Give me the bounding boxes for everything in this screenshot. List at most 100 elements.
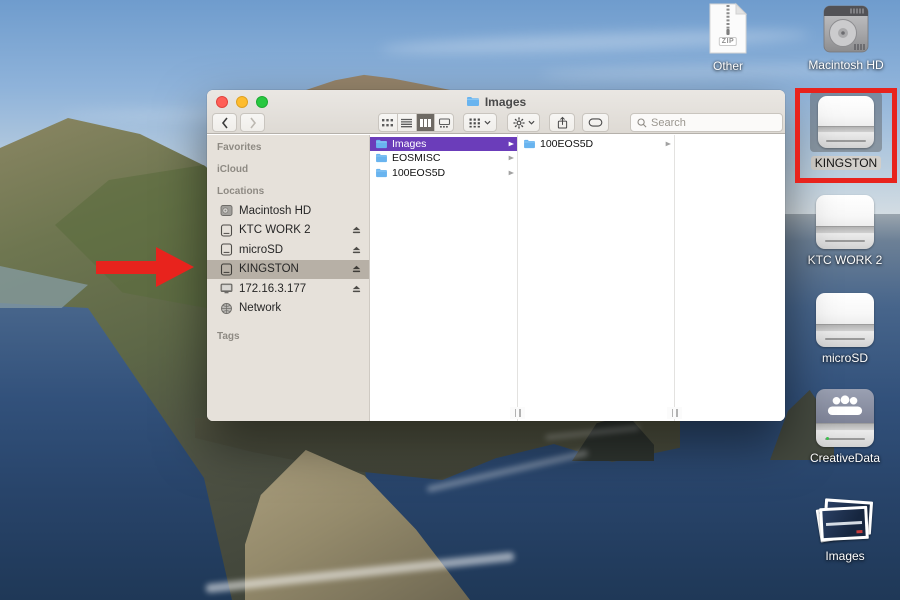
- desktop: { "window": { "title": "Images", "toolba…: [0, 0, 900, 600]
- search-field[interactable]: [630, 113, 783, 132]
- sidebar-item-label: microSD: [239, 244, 344, 256]
- file-row-100eos5d[interactable]: 100EOS5D ▶: [370, 166, 517, 180]
- group-icon: [469, 118, 481, 128]
- disclosure-arrow-icon: ▶: [509, 140, 514, 147]
- gallery-view-button[interactable]: [434, 114, 453, 131]
- search-input[interactable]: [651, 117, 761, 129]
- sidebar-header-icloud: iCloud: [207, 164, 369, 176]
- file-row-images[interactable]: Images ▶: [370, 137, 517, 151]
- tag-button[interactable]: [582, 113, 609, 132]
- sidebar-item-label: Network: [239, 302, 362, 314]
- disclosure-arrow-icon: ▶: [666, 140, 671, 147]
- file-row-100eos5d[interactable]: 100EOS5D ▶: [518, 137, 674, 151]
- shared-drive-icon: [816, 389, 874, 447]
- internal-drive-icon: [219, 204, 233, 218]
- external-drive-icon: [816, 195, 874, 249]
- sidebar-item-macintosh-hd[interactable]: Macintosh HD: [207, 201, 369, 221]
- file-column-2: 100EOS5D ▶: [518, 135, 674, 421]
- icon-view-button[interactable]: [379, 114, 397, 131]
- external-drive-icon: [219, 262, 233, 276]
- file-name: EOSMISC: [392, 152, 505, 164]
- disclosure-arrow-icon: ▶: [509, 155, 514, 162]
- chevron-down-icon: [528, 120, 535, 125]
- chevron-down-icon: [484, 120, 491, 125]
- desktop-icon-images[interactable]: Images: [812, 497, 878, 563]
- view-mode-switcher: [378, 113, 454, 132]
- folder-icon: [375, 139, 388, 149]
- sidebar-item-label: 172.16.3.177: [239, 283, 344, 295]
- desktop-icon-label: CreativeData: [810, 451, 880, 465]
- window-body: Favorites iCloud Locations Macintosh HD …: [207, 135, 785, 421]
- desktop-icon-ktc-work-2[interactable]: KTC WORK 2: [807, 195, 883, 267]
- desktop-icon-label: KTC WORK 2: [808, 253, 883, 267]
- folder-icon: [523, 139, 536, 149]
- eject-icon[interactable]: [350, 264, 362, 275]
- icon-view-icon: [381, 118, 394, 128]
- group-button[interactable]: [463, 113, 497, 132]
- folder-icon: [466, 96, 480, 107]
- file-name: 100EOS5D: [540, 138, 662, 150]
- eject-icon[interactable]: [350, 244, 362, 255]
- action-menu-button[interactable]: [507, 113, 540, 132]
- list-view-button[interactable]: [397, 114, 416, 131]
- column-divider: [517, 135, 518, 421]
- window-titlebar[interactable]: Images: [207, 90, 785, 134]
- desktop-icon-label: Other: [713, 59, 743, 73]
- desktop-icon-other[interactable]: ZIP Other: [700, 2, 756, 73]
- sidebar: Favorites iCloud Locations Macintosh HD …: [207, 135, 370, 421]
- search-icon: [637, 118, 647, 128]
- share-button[interactable]: [549, 113, 575, 132]
- sidebar-header-favorites: Favorites: [207, 142, 369, 154]
- column-divider: [674, 135, 675, 421]
- back-button[interactable]: [212, 113, 237, 132]
- sidebar-item-kingston[interactable]: KINGSTON: [207, 260, 369, 280]
- window-title: Images: [485, 95, 526, 109]
- annotation-highlight-box: [795, 88, 897, 183]
- zip-badge-label: ZIP: [719, 37, 737, 46]
- sidebar-item-microsd[interactable]: microSD: [207, 240, 369, 260]
- external-drive-icon: [219, 223, 233, 237]
- file-row-eosmisc[interactable]: EOSMISC ▶: [370, 152, 517, 166]
- desktop-icon-label: Macintosh HD: [808, 58, 883, 72]
- folder-icon: [375, 168, 388, 178]
- column-view: Images ▶ EOSMISC ▶ 100EOS5D ▶ 100EOS5D: [370, 135, 785, 421]
- sidebar-item-label: KINGSTON: [239, 263, 344, 275]
- window-title-area: Images: [207, 93, 785, 110]
- sidebar-header-tags: Tags: [207, 331, 369, 343]
- disclosure-arrow-icon: ▶: [509, 169, 514, 176]
- folder-icon: [375, 153, 388, 163]
- sidebar-item-ktc-work-2[interactable]: KTC WORK 2: [207, 221, 369, 241]
- file-name: Images: [392, 138, 505, 150]
- zip-file-icon: ZIP: [708, 2, 748, 55]
- drive-led: [826, 437, 829, 440]
- chevron-left-icon: [221, 117, 229, 129]
- column-resize-handle[interactable]: [667, 407, 682, 419]
- chevron-right-icon: [249, 117, 257, 129]
- tag-icon: [588, 118, 603, 127]
- desktop-icon-microsd[interactable]: microSD: [807, 293, 883, 365]
- sidebar-item-network[interactable]: Network: [207, 299, 369, 319]
- annotation-arrow: [96, 247, 194, 287]
- column-view-button[interactable]: [416, 114, 435, 131]
- network-display-icon: [219, 282, 233, 296]
- column-resize-handle[interactable]: [510, 407, 525, 419]
- external-drive-icon: [816, 293, 874, 347]
- sidebar-header-locations: Locations: [207, 186, 369, 198]
- external-drive-icon: [219, 243, 233, 257]
- finder-window: Images: [207, 90, 785, 421]
- gear-icon: [513, 117, 525, 129]
- sidebar-item-label: KTC WORK 2: [239, 224, 344, 236]
- internal-drive-icon: [821, 4, 871, 54]
- forward-button[interactable]: [240, 113, 265, 132]
- sidebar-item-label: Macintosh HD: [239, 205, 362, 217]
- desktop-icon-macintosh-hd[interactable]: Macintosh HD: [808, 4, 884, 72]
- desktop-icon-label: microSD: [822, 351, 868, 365]
- photo-stack-icon: [815, 497, 875, 545]
- file-name: 100EOS5D: [392, 167, 505, 179]
- file-column-1: Images ▶ EOSMISC ▶ 100EOS5D ▶: [370, 135, 517, 421]
- sidebar-item-172-16-3-177[interactable]: 172.16.3.177: [207, 279, 369, 299]
- desktop-icon-creativedata[interactable]: CreativeData: [807, 389, 883, 465]
- eject-icon[interactable]: [350, 283, 362, 294]
- eject-icon[interactable]: [350, 225, 362, 236]
- column-view-icon: [419, 118, 432, 128]
